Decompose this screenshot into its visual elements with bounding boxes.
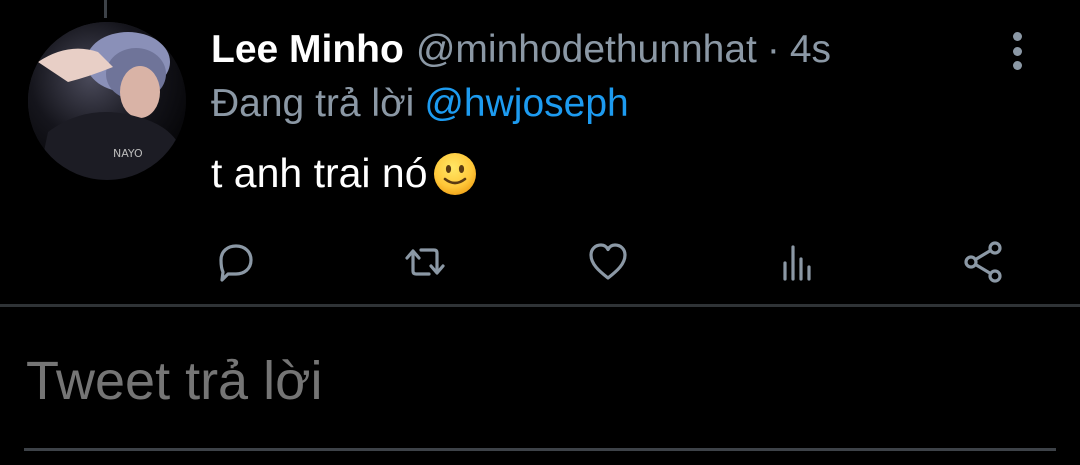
- input-underline: [24, 448, 1056, 451]
- tweet-header: Lee Minho @minhodethunnhat · 4s: [211, 28, 831, 80]
- avatar[interactable]: NAYO: [28, 22, 186, 180]
- user-handle[interactable]: @minhodethunnhat: [416, 28, 757, 72]
- comment-icon: [219, 244, 253, 282]
- separator: ·: [766, 28, 780, 71]
- reply-button[interactable]: [206, 232, 266, 292]
- more-options-icon[interactable]: [1003, 30, 1031, 72]
- reply-context: Đang trả lời @hwjoseph: [211, 82, 629, 126]
- slightly-smiling-face-icon: [432, 151, 478, 197]
- retweet-button[interactable]: [395, 232, 455, 292]
- avatar-photo: NAYO: [28, 22, 186, 180]
- bar-chart-icon: [783, 245, 811, 281]
- timestamp[interactable]: 4s: [790, 28, 831, 72]
- reply-prefix: Đang trả lời: [211, 82, 415, 125]
- reply-tweet-input[interactable]: [26, 346, 1056, 416]
- analytics-button[interactable]: [766, 232, 826, 292]
- tweet-text: t anh trai nó: [211, 150, 428, 196]
- display-name[interactable]: Lee Minho: [211, 28, 404, 72]
- share-button[interactable]: [953, 232, 1013, 292]
- svg-text:NAYO: NAYO: [113, 147, 143, 160]
- heart-icon: [589, 243, 627, 280]
- share-icon: [964, 241, 1002, 283]
- reply-mention-link[interactable]: @hwjoseph: [424, 82, 628, 125]
- section-divider: [0, 304, 1080, 307]
- tweet-actions-bar: [0, 232, 1080, 292]
- like-button[interactable]: [578, 232, 638, 292]
- tweet-body: t anh trai nó: [211, 150, 478, 197]
- retweet-icon: [405, 248, 445, 276]
- thread-connector-line: [104, 0, 107, 18]
